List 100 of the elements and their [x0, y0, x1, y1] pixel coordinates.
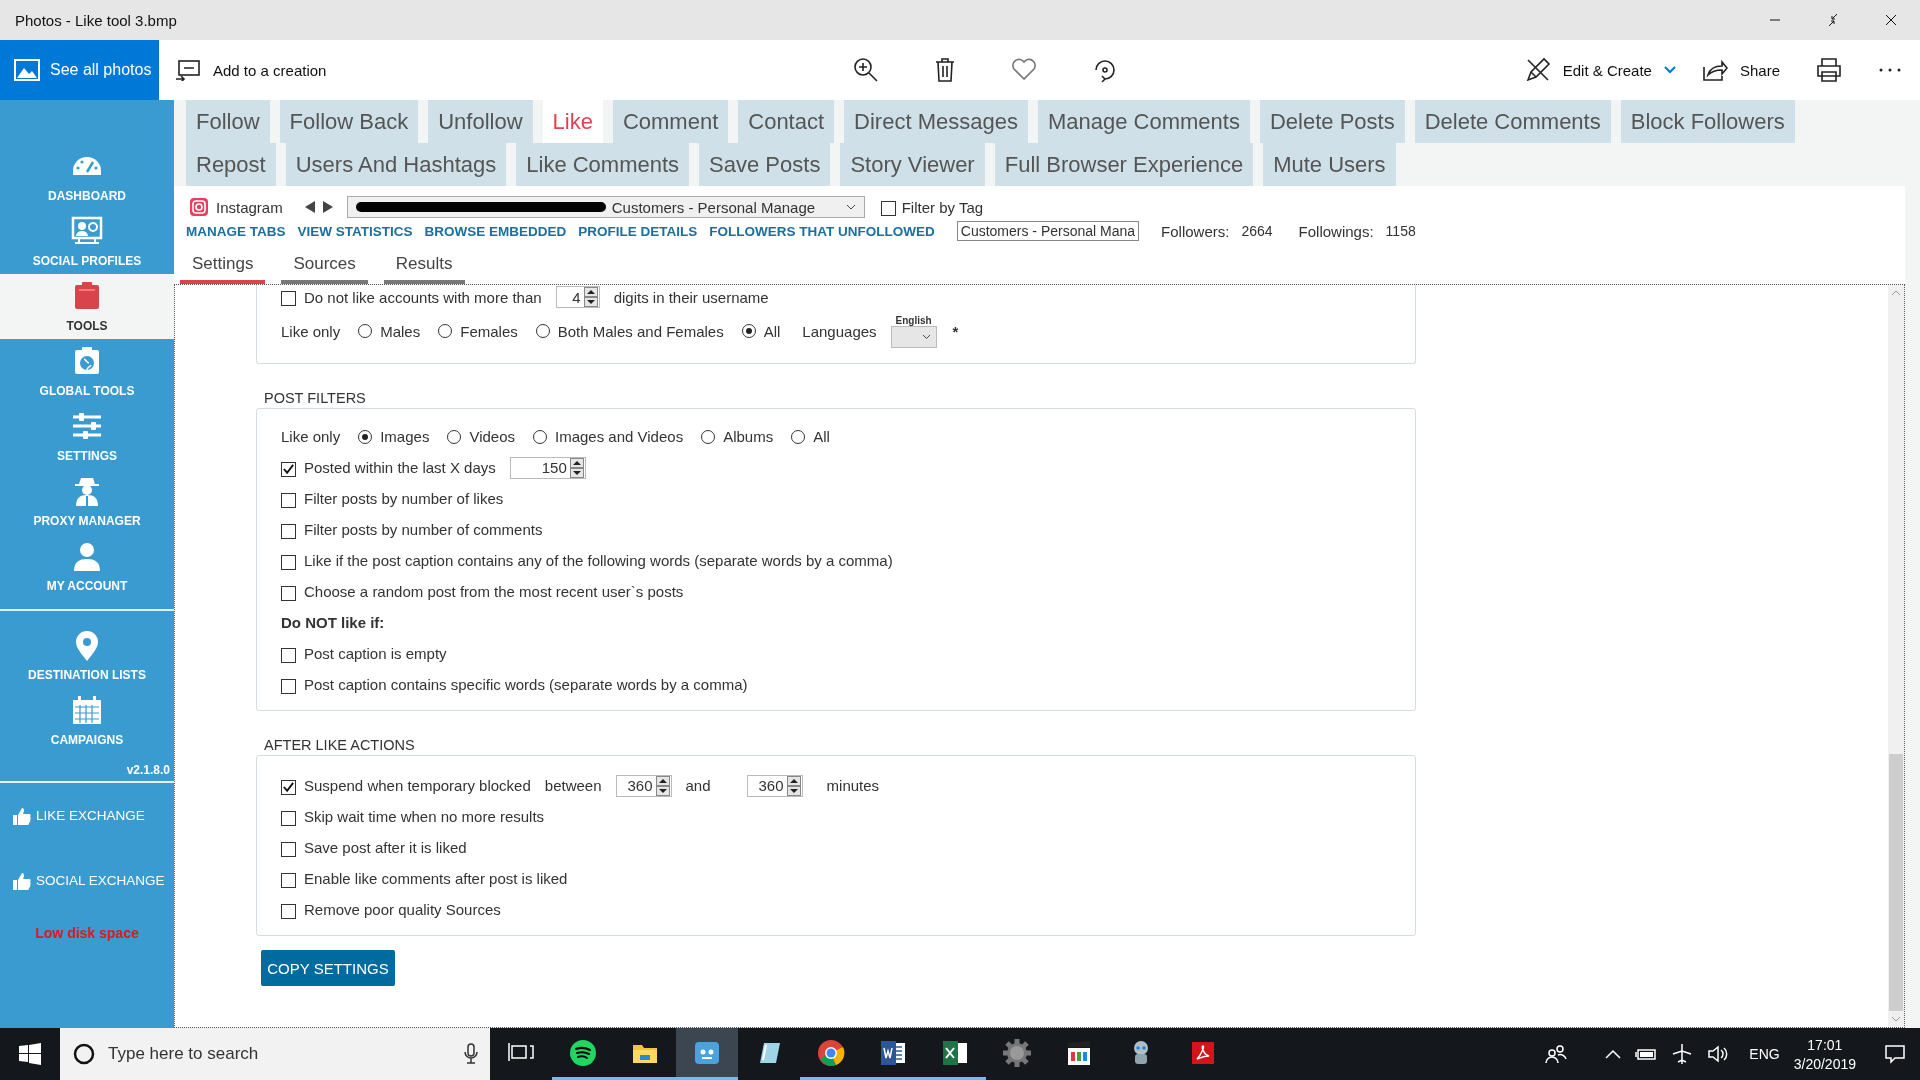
- airplane-icon[interactable]: [1671, 1043, 1694, 1065]
- link[interactable]: PROFILE DETAILS: [578, 223, 698, 239]
- tab[interactable]: Repost: [186, 143, 276, 186]
- sidebar-item[interactable]: LIKE EXCHANGE: [0, 783, 174, 848]
- tab[interactable]: Like Comments: [516, 143, 690, 186]
- link[interactable]: VIEW STATISTICS: [297, 223, 413, 239]
- edit-and-create-button[interactable]: Edit & Create: [1524, 57, 1676, 83]
- sidebar-item[interactable]: CAMPAIGNS: [0, 688, 174, 753]
- language-indicator[interactable]: ENG: [1749, 1046, 1780, 1062]
- checkbox[interactable]: [281, 779, 296, 795]
- link[interactable]: FOLLOWERS THAT UNFOLLOWED: [709, 223, 935, 239]
- link[interactable]: BROWSE EMBEDDED: [424, 223, 567, 239]
- checkbox[interactable]: [880, 201, 896, 216]
- followings-label: Followings:: [1298, 222, 1374, 240]
- checkbox[interactable]: [281, 492, 296, 508]
- zoom-in-icon[interactable]: [853, 57, 880, 83]
- option-label: Post caption is empty: [304, 645, 447, 662]
- chevron-up-icon[interactable]: [1605, 1049, 1622, 1059]
- checkbox[interactable]: [281, 647, 296, 663]
- tab[interactable]: Settings: [180, 250, 266, 284]
- tab[interactable]: Users And Hashtags: [285, 143, 507, 186]
- link[interactable]: MANAGE TABS: [186, 223, 286, 239]
- checkbox[interactable]: [281, 585, 296, 601]
- number-field[interactable]: 4: [555, 286, 600, 308]
- tab[interactable]: Unfollow: [428, 100, 533, 143]
- search-field[interactable]: Type here to search: [60, 1028, 490, 1080]
- group-title: POST FILTERS: [264, 390, 366, 406]
- option-label: Skip wait time when no more results: [304, 808, 545, 825]
- heart-icon[interactable]: [1011, 57, 1038, 81]
- tab[interactable]: Delete Posts: [1259, 100, 1405, 143]
- number-field[interactable]: 360: [746, 774, 803, 797]
- battery-icon[interactable]: [1635, 1047, 1658, 1061]
- volume-icon[interactable]: [1707, 1045, 1730, 1063]
- sidebar-item[interactable]: PROXY MANAGER: [0, 469, 174, 534]
- sidebar-item[interactable]: DESTINATION LISTS: [0, 623, 174, 688]
- microphone-icon[interactable]: [464, 1043, 478, 1065]
- followers-count: 2664: [1241, 223, 1273, 239]
- caret-icon: [1663, 66, 1676, 74]
- tab[interactable]: Mute Users: [1263, 143, 1396, 186]
- checkbox[interactable]: [281, 841, 296, 857]
- share-button[interactable]: Share: [1701, 59, 1780, 81]
- search-icon: [72, 1042, 96, 1066]
- tab[interactable]: Contact: [738, 100, 835, 143]
- print-icon[interactable]: [1816, 57, 1842, 83]
- see-all-photos-button[interactable]: See all photos: [0, 40, 159, 100]
- clock[interactable]: 17:01 3/20/2019: [1793, 1036, 1856, 1072]
- option-label: Albums: [723, 428, 774, 445]
- sidebar-item[interactable]: SOCIAL EXCHANGE: [0, 848, 174, 913]
- previous-icon[interactable]: [304, 201, 316, 213]
- chevron-down-icon[interactable]: [921, 333, 931, 340]
- group-title: AFTER LIKE ACTIONS: [264, 737, 415, 753]
- account-dropdown[interactable]: Customers - Personal Manage: [346, 196, 865, 218]
- tab[interactable]: Story Viewer: [840, 143, 985, 186]
- checkbox[interactable]: [281, 291, 296, 306]
- chevron-down-icon[interactable]: [845, 204, 856, 210]
- checkbox[interactable]: [281, 554, 296, 570]
- spin-arrows-icon[interactable]: [655, 775, 670, 796]
- notification-icon[interactable]: [1884, 1044, 1906, 1064]
- number-field[interactable]: 150: [509, 456, 586, 479]
- checkbox[interactable]: [281, 903, 296, 919]
- dropdown-caption: English: [895, 314, 932, 326]
- people-icon[interactable]: [1545, 1044, 1568, 1064]
- sidebar-item[interactable]: DASHBOARD: [0, 144, 174, 209]
- checkbox[interactable]: [281, 523, 296, 539]
- tab[interactable]: Delete Comments: [1414, 100, 1611, 143]
- number-field[interactable]: 360: [615, 774, 672, 797]
- checkbox[interactable]: [281, 810, 296, 826]
- tab[interactable]: Block Followers: [1620, 100, 1795, 143]
- spin-arrows-icon[interactable]: [583, 287, 598, 307]
- checkbox[interactable]: [281, 461, 296, 477]
- tab[interactable]: Follow: [186, 100, 270, 143]
- tab[interactable]: Comment: [612, 100, 729, 143]
- option-label: All: [763, 322, 781, 340]
- tab[interactable]: Full Browser Experience: [994, 143, 1254, 186]
- spin-arrows-icon[interactable]: [569, 457, 584, 478]
- tab[interactable]: Sources: [281, 250, 368, 284]
- tab[interactable]: Like: [542, 100, 603, 143]
- checkbox[interactable]: [281, 678, 296, 694]
- tab[interactable]: Manage Comments: [1037, 100, 1250, 143]
- spin-arrows-icon[interactable]: [786, 775, 801, 796]
- tab[interactable]: Results: [383, 250, 465, 284]
- checkbox[interactable]: [281, 872, 296, 888]
- tab[interactable]: Follow Back: [279, 100, 419, 143]
- option-label: Filter by Tag: [901, 198, 984, 216]
- next-icon[interactable]: [321, 201, 333, 213]
- start-icon[interactable]: [19, 1043, 41, 1065]
- add-to-creation-button[interactable]: Add to a creation: [175, 59, 327, 81]
- more-icon[interactable]: [1878, 67, 1902, 73]
- delete-icon[interactable]: [934, 57, 957, 83]
- field-label: Like only: [281, 428, 341, 445]
- sidebar-item[interactable]: MY ACCOUNT: [0, 534, 174, 599]
- sidebar-item[interactable]: TOOLS: [0, 274, 174, 339]
- option-label: Images: [380, 428, 430, 445]
- tag-field[interactable]: Customers - Personal Mana: [956, 221, 1140, 241]
- tab[interactable]: Save Posts: [699, 143, 831, 186]
- tab[interactable]: Direct Messages: [844, 100, 1028, 143]
- sidebar-item[interactable]: SETTINGS: [0, 404, 174, 469]
- sidebar-item[interactable]: SOCIAL PROFILES: [0, 209, 174, 274]
- sidebar-item[interactable]: GLOBAL TOOLS: [0, 339, 174, 404]
- copy-settings-button[interactable]: COPY SETTINGS: [261, 950, 395, 986]
